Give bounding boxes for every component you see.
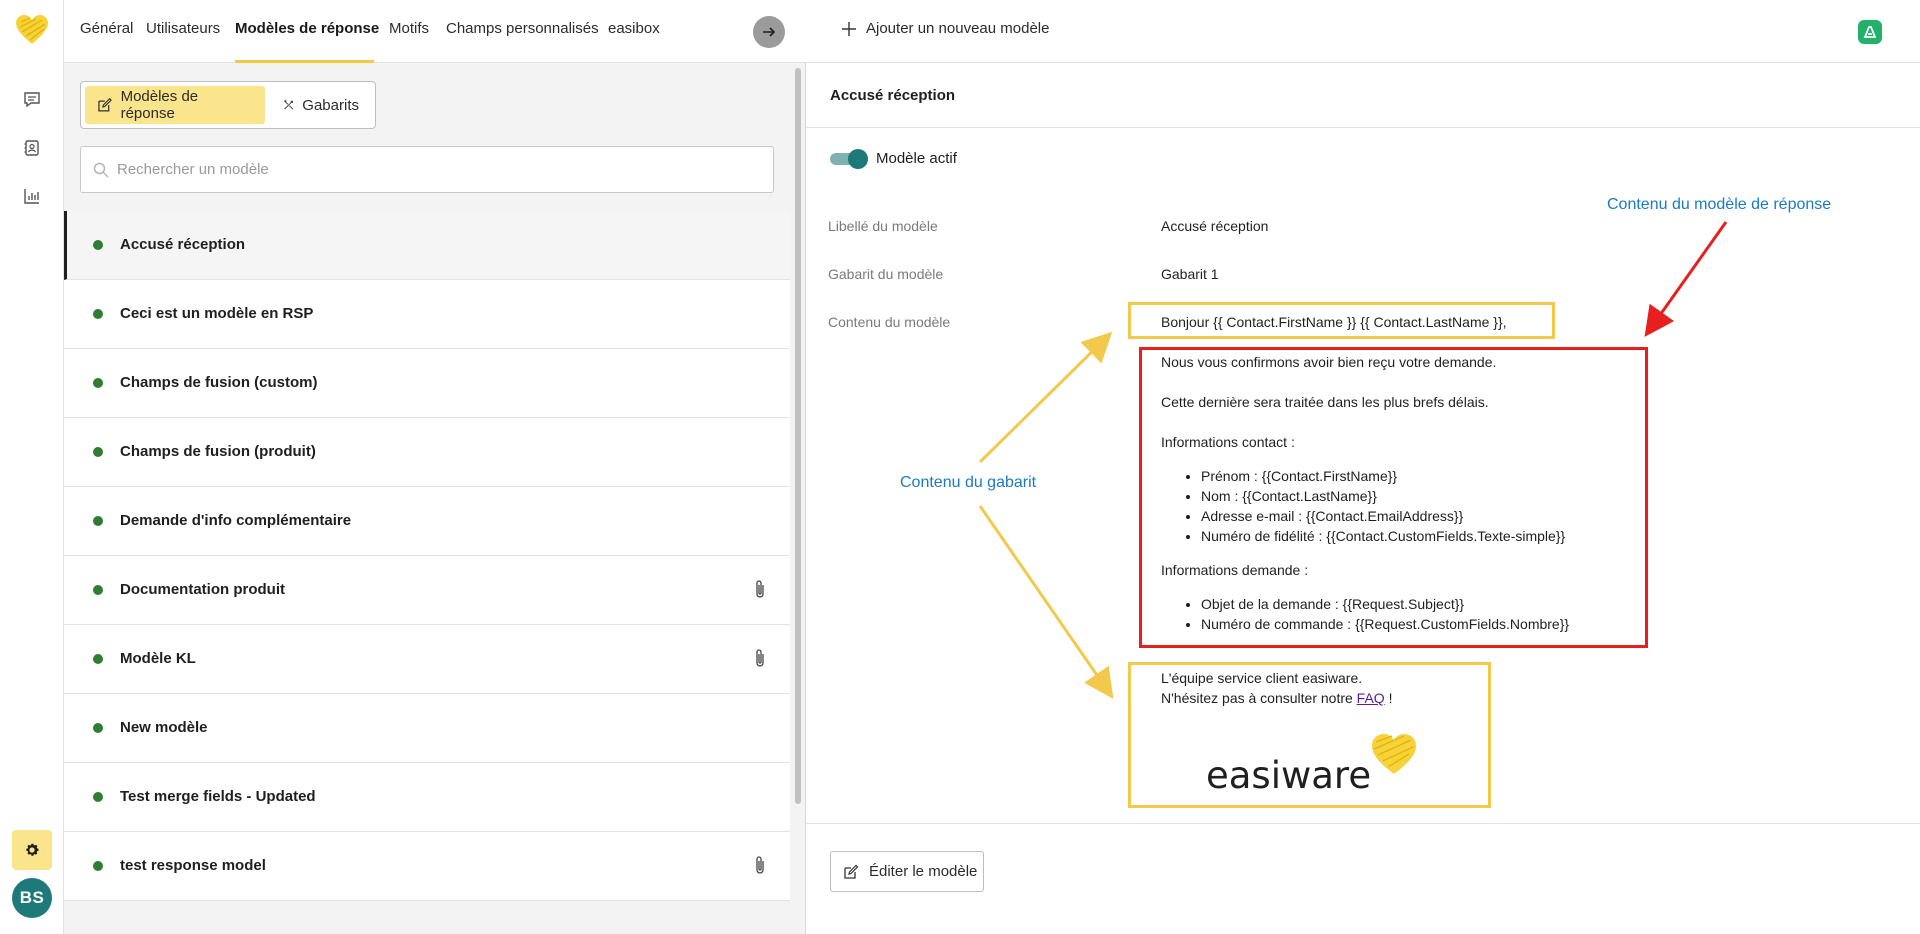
list-item-label: Ceci est un modèle en RSP (120, 305, 314, 322)
add-model-label: Ajouter un nouveau modèle (866, 20, 1050, 37)
gear-icon (26, 843, 39, 856)
detail-toolbar: Ajouter un nouveau modèle (806, 0, 1920, 63)
signature-highlight-box (1128, 662, 1491, 808)
tab-motifs[interactable]: Motifs (389, 20, 429, 37)
list-item-label: Champs de fusion (custom) (120, 374, 318, 391)
model-label-label: Libellé du modèle (828, 218, 938, 234)
list-item[interactable]: Modèle KL (64, 625, 790, 694)
list-item-label: Accusé réception (120, 236, 246, 253)
status-dot (93, 309, 103, 319)
scrollbar[interactable] (795, 68, 801, 804)
list-item[interactable]: Test merge fields - Updated (64, 763, 790, 832)
left-rail: BS (0, 0, 64, 934)
status-dot (93, 861, 103, 871)
edit-icon (98, 97, 112, 112)
status-dot (93, 723, 103, 733)
status-dot (93, 585, 103, 595)
paperclip-icon (756, 649, 764, 667)
models-templates-switch: Modèles de réponse Gabarits (80, 81, 376, 129)
list-item[interactable]: test response model (64, 832, 790, 901)
model-template-value: Gabarit 1 (1161, 266, 1219, 282)
active-toggle-label: Modèle actif (876, 150, 957, 167)
list-item[interactable]: Champs de fusion (custom) (64, 349, 790, 418)
model-label-value: Accusé réception (1161, 218, 1269, 234)
arrow-right-icon (763, 27, 776, 37)
tab-response-models[interactable]: Modèles de réponse (235, 20, 379, 37)
list-item-label: New modèle (120, 719, 208, 736)
annotation-template-content: Contenu du gabarit (900, 474, 1037, 491)
models-list: Accusé réception Ceci est un modèle en RS… (64, 211, 790, 901)
list-item-label: Test merge fields - Updated (120, 788, 316, 805)
status-dot (93, 447, 103, 457)
status-dot (93, 378, 103, 388)
list-item-label: Modèle KL (120, 650, 196, 667)
list-item[interactable]: New modèle (64, 694, 790, 763)
annotation-model-content: Contenu du modèle de réponse (1607, 196, 1832, 213)
tab-custom-fields[interactable]: Champs personnalisés (446, 20, 599, 37)
edit-model-label: Éditer le modèle (869, 863, 978, 880)
model-content-label: Contenu du modèle (828, 314, 951, 330)
status-dot (93, 654, 103, 664)
design-tools-icon (284, 100, 294, 110)
search-input[interactable] (117, 161, 757, 178)
footer-divider (806, 823, 1920, 824)
list-item[interactable]: Ceci est un modèle en RSP (64, 280, 790, 349)
list-item[interactable]: Champs de fusion (produit) (64, 418, 790, 487)
avatar[interactable]: BS (12, 878, 52, 918)
plus-icon (842, 21, 856, 36)
greeting-highlight-box (1128, 302, 1555, 339)
model-content-highlight-box (1139, 347, 1648, 648)
search-icon (93, 162, 109, 178)
add-model-button[interactable]: Ajouter un nouveau modèle (842, 20, 1049, 37)
active-toggle[interactable] (830, 149, 868, 169)
app-badge-icon[interactable] (1858, 20, 1882, 44)
tab-easibox[interactable]: easibox (608, 20, 660, 37)
list-item-label: Demande d'info complémentaire (120, 512, 352, 529)
list-item[interactable]: Demande d'info complémentaire (64, 487, 790, 556)
detail-title: Accusé réception (830, 87, 956, 104)
easiware-logo-icon[interactable] (14, 14, 50, 46)
models-segment-button[interactable]: Modèles de réponse (85, 86, 265, 124)
edit-icon (844, 864, 859, 879)
edit-model-button[interactable]: Éditer le modèle (830, 851, 984, 892)
detail-title-bar: Accusé réception (806, 63, 1920, 128)
status-dot (93, 792, 103, 802)
settings-tabs: Général Utilisateurs Modèles de réponse … (64, 0, 806, 63)
templates-segment-button[interactable]: Gabarits (271, 86, 371, 124)
contacts-icon[interactable] (20, 136, 44, 160)
paperclip-icon (756, 856, 764, 874)
list-item-label: Champs de fusion (produit) (120, 443, 316, 460)
models-pane: Général Utilisateurs Modèles de réponse … (64, 0, 806, 934)
status-dot (93, 240, 103, 250)
next-tabs-button[interactable] (753, 16, 785, 48)
stats-icon[interactable] (20, 184, 44, 208)
status-dot (93, 516, 103, 526)
list-item[interactable]: Accusé réception (64, 211, 790, 280)
models-segment-label: Modèles de réponse (120, 88, 199, 122)
paperclip-icon (756, 580, 764, 598)
list-item-label: test response model (120, 857, 266, 874)
chat-icon[interactable] (20, 88, 44, 112)
tab-general[interactable]: Général (80, 20, 133, 37)
search-box (80, 146, 774, 193)
active-tab-indicator (235, 60, 374, 63)
list-item[interactable]: Documentation produit (64, 556, 790, 625)
templates-segment-label: Gabarits (302, 96, 359, 114)
tab-users[interactable]: Utilisateurs (146, 20, 220, 37)
list-item-label: Documentation produit (120, 581, 285, 598)
settings-button[interactable] (12, 830, 52, 870)
model-template-label: Gabarit du modèle (828, 266, 944, 282)
